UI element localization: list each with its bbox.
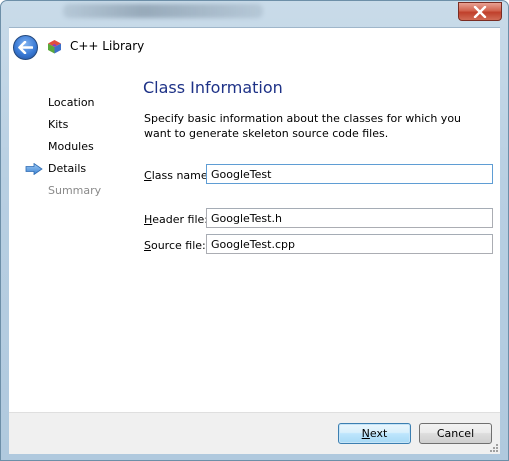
back-arrow-icon [18, 41, 33, 54]
back-button[interactable] [13, 35, 38, 60]
step-arrow-icon [25, 163, 43, 175]
next-button[interactable]: Next [338, 423, 411, 444]
qt-cube-icon [48, 40, 61, 54]
step-kits: Kits [48, 118, 69, 131]
page-title: Class Information [143, 78, 283, 97]
wizard-steps: Location Kits Modules Details Summary [9, 64, 129, 412]
resize-grip-icon[interactable] [488, 442, 498, 452]
page-description: Specify basic information about the clas… [144, 112, 462, 140]
wizard-header: C++ Library [9, 27, 500, 64]
step-summary: Summary [48, 184, 102, 197]
close-button[interactable] [458, 2, 502, 21]
class-name-input[interactable] [206, 164, 493, 184]
source-file-label: Source file: [144, 239, 206, 252]
header-file-input[interactable] [206, 208, 493, 228]
title-bar [1, 1, 508, 27]
source-file-input[interactable] [206, 234, 493, 254]
close-icon [473, 5, 487, 18]
wizard-content: Location Kits Modules Details Summary Cl… [9, 64, 500, 412]
blurred-window-caption [63, 4, 263, 18]
step-modules: Modules [48, 140, 94, 153]
wizard-window: C++ Library Location Kits Modules Detail… [0, 0, 509, 461]
class-name-label: Class name: [144, 169, 212, 182]
wizard-footer: Next Cancel [9, 412, 500, 454]
header-file-label: Header file: [144, 213, 209, 226]
step-details: Details [48, 162, 87, 175]
wizard-title: C++ Library [70, 39, 145, 53]
step-location: Location [48, 96, 95, 109]
cancel-button[interactable]: Cancel [419, 423, 492, 444]
